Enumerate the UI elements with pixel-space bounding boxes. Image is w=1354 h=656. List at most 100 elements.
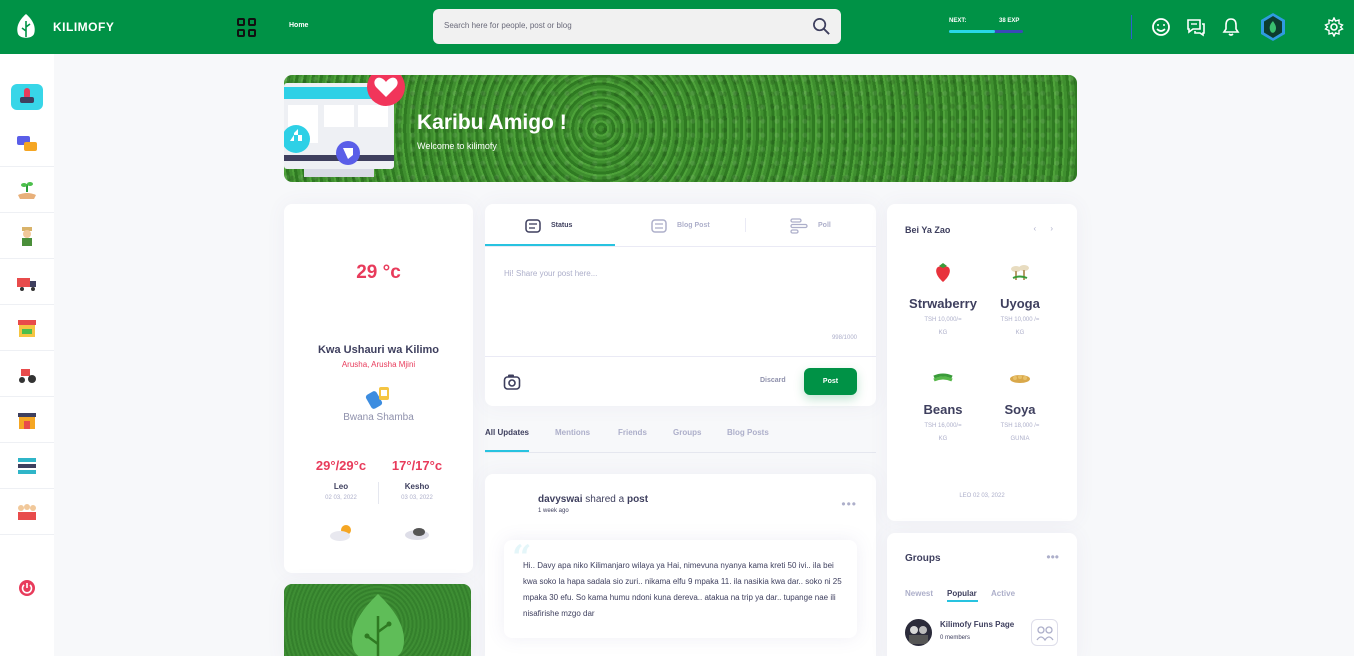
market-item[interactable]: Uyoga TSH 10,000 /= KG [982,261,1058,340]
post-textarea[interactable]: Hi! Share your post here... [504,269,597,278]
char-counter: 998/1000 [831,335,857,341]
search-bar[interactable]: Search here for people, post or blog [433,9,841,44]
groups-tab-newest[interactable]: Newest [905,589,933,598]
header-divider [1131,15,1132,39]
post-options-icon[interactable]: ••• [841,497,857,511]
join-group-icon [1035,625,1054,641]
sidebar-item-market[interactable] [0,305,54,351]
post-author[interactable]: davyswai [538,494,582,505]
discard-button[interactable]: Discard [760,377,786,384]
groups-options-icon[interactable]: ••• [1046,550,1059,564]
sidebar-item-farmer[interactable] [0,213,54,259]
filter-mentions[interactable]: Mentions [555,428,590,437]
left-sidebar [0,54,54,656]
exp-value-label: 38 EXP [999,18,1020,24]
join-group-button[interactable] [1031,619,1058,646]
exp-progress-bar [949,30,1023,33]
bwana-shamba-phone-icon [365,387,389,409]
crop-name: Beans [923,402,963,417]
settings-gear-icon[interactable] [1324,17,1344,37]
tab-blog-post[interactable]: Blog Post [651,204,710,247]
sidebar-item-machinery[interactable] [0,351,54,397]
crop-price: TSH 10,000 /= [1000,317,1040,323]
crop-name: Soya [1004,402,1036,417]
truck-icon [17,277,36,291]
sidebar-item-logout[interactable] [0,565,54,611]
top-header: KILIMOFY Home Search here for people, po… [0,0,1354,54]
status-icon [525,218,541,233]
tab-label: Blog Post [677,222,710,229]
market-nav-arrows-icon[interactable]: ‹ › [1033,224,1059,233]
weather-brand: Bwana Shamba [343,412,414,423]
filter-all-updates[interactable]: All Updates [485,428,529,437]
bell-icon[interactable] [1221,17,1241,37]
sidebar-item-community[interactable] [0,489,54,535]
kilimofy-logo-icon[interactable] [14,13,38,41]
sidebar-item-planting[interactable] [0,167,54,213]
groups-tab-underline [947,600,978,602]
crop-unit: KG [938,330,948,336]
camera-upload-icon[interactable] [503,373,521,391]
group-avatar[interactable] [905,619,932,646]
weather-card: 29 °c Kwa Ushauri wa Kilimo Arusha, Arus… [284,204,473,573]
tab-separator [745,218,746,232]
sidebar-item-store[interactable] [0,397,54,443]
market-item[interactable]: Strwaberry TSH 10,000/= KG [905,261,981,340]
brand-name[interactable]: KILIMOFY [53,20,114,34]
smiley-icon[interactable] [1151,17,1171,37]
poll-icon [790,217,808,234]
search-icon[interactable] [812,17,831,36]
market-item[interactable]: Beans TSH 16,000/= KG [905,367,981,446]
blog-post-icon [651,218,667,233]
leaf-logo-icon [352,594,404,656]
power-logout-icon [19,580,35,596]
post-object[interactable]: post [627,494,648,505]
sidebar-item-news[interactable] [0,74,54,120]
sidebar-item-transport[interactable] [0,259,54,305]
filter-active-underline [485,450,529,452]
cloud-icon [405,528,429,540]
post-composer: Status Blog Post Poll Hi! Share your pos… [485,204,876,406]
crop-unit: KG [938,436,948,442]
banner-subtitle: Welcome to kilimofy [417,141,497,151]
filter-blog-posts[interactable]: Blog Posts [727,428,769,437]
post-button[interactable]: Post [804,368,857,395]
group-name[interactable]: Kilimofy Funs Page [940,620,1014,629]
sidebar-item-storage[interactable] [0,443,54,489]
user-avatar[interactable] [1259,12,1287,42]
sidebar-item-chat[interactable] [0,121,54,167]
market-item[interactable]: Soya TSH 18,000 /= GUNIA [982,367,1058,446]
filter-groups[interactable]: Groups [673,428,701,437]
market-stall-icon [18,319,36,337]
crop-name: Uyoga [1000,296,1040,311]
tab-active-underline [485,244,615,246]
chat-bubbles-icon [17,135,37,151]
groups-tab-popular[interactable]: Popular [947,589,977,598]
groups-card: Groups ••• Newest Popular Active Kilimof… [887,533,1077,656]
nav-home-link[interactable]: Home [289,22,308,29]
apps-grid-icon[interactable] [237,18,256,37]
store-icon [18,412,36,429]
heart-like-icon [367,75,405,106]
forecast-date: 03 03, 2022 [401,495,433,501]
messages-icon[interactable] [1186,17,1206,37]
forecast-divider [378,482,379,504]
banner-title: Karibu Amigo ! [417,111,567,134]
forecast-date: 02 03, 2022 [325,495,357,501]
weather-card-title: Kwa Ushauri wa Kilimo [317,344,440,356]
kilimofy-leaf-card [284,584,471,656]
tab-status[interactable]: Status [525,204,572,247]
tractor-icon [19,368,36,383]
search-input[interactable]: Search here for people, post or blog [444,21,572,30]
groups-tab-active[interactable]: Active [991,589,1015,598]
crop-name: Strwaberry [909,296,977,311]
groups-title: Groups [905,553,941,564]
tab-poll[interactable]: Poll [790,204,831,247]
filter-friends[interactable]: Friends [618,428,647,437]
welcome-banner: Karibu Amigo ! Welcome to kilimofy [284,75,1077,182]
post-header: davyswai shared a post [538,494,648,505]
crop-price: TSH 18,000 /= [1000,423,1040,429]
plant-hand-icon [18,181,36,199]
crop-price: TSH 16,000/= [924,423,962,429]
composer-divider [485,356,876,357]
